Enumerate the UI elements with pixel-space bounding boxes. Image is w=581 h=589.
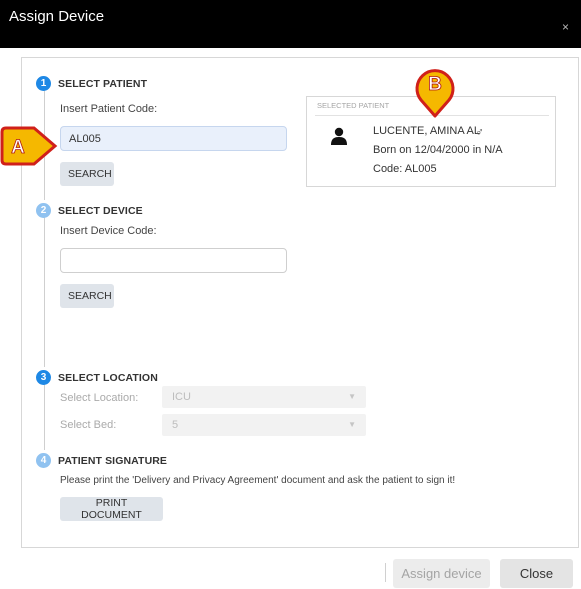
- assign-device-button[interactable]: Assign device: [393, 559, 490, 588]
- step-1-number: 1: [36, 76, 51, 91]
- caret-down-icon: ▼: [348, 420, 356, 429]
- patient-code-input[interactable]: [60, 126, 287, 151]
- male-gender-icon: ♂: [475, 125, 484, 139]
- patient-code-value: Code: AL005: [373, 163, 437, 175]
- step-1-title: SELECT PATIENT: [58, 78, 148, 90]
- callout-a-label: A: [11, 137, 25, 158]
- patient-name: LUCENTE, AMINA AL: [373, 125, 480, 137]
- step-connector-line: [44, 217, 45, 367]
- patient-birth-info: Born on 12/04/2000 in N/A: [373, 144, 503, 156]
- caret-down-icon: ▼: [348, 392, 356, 401]
- patient-code-label: Insert Patient Code:: [60, 103, 158, 115]
- step-2-number: 2: [36, 203, 51, 218]
- location-select-value: ICU: [172, 391, 191, 403]
- step-3-number: 3: [36, 370, 51, 385]
- bed-select[interactable]: 5 ▼: [162, 414, 366, 436]
- device-code-input[interactable]: [60, 248, 287, 273]
- step-3-title: SELECT LOCATION: [58, 372, 158, 384]
- callout-b-label: B: [428, 74, 442, 95]
- print-document-button[interactable]: PRINT DOCUMENT: [60, 497, 163, 521]
- device-search-button[interactable]: SEARCH: [60, 284, 114, 308]
- footer-divider: [385, 563, 386, 582]
- bed-select-value: 5: [172, 419, 179, 431]
- patient-search-button[interactable]: SEARCH: [60, 162, 114, 186]
- person-icon: [331, 127, 347, 145]
- signature-instructions: Please print the 'Delivery and Privacy A…: [60, 475, 456, 486]
- bed-label: Select Bed:: [60, 419, 117, 431]
- close-icon[interactable]: ×: [562, 21, 569, 33]
- step-4-title: PATIENT SIGNATURE: [58, 455, 168, 467]
- step-2-title: SELECT DEVICE: [58, 205, 143, 217]
- step-4-number: 4: [36, 453, 51, 468]
- callout-a-marker: A: [0, 126, 58, 166]
- device-code-label: Insert Device Code:: [60, 225, 157, 237]
- dialog-title: Assign Device: [9, 8, 105, 25]
- callout-b-marker: B: [415, 69, 455, 118]
- dialog-titlebar: Assign Device ×: [0, 0, 581, 48]
- location-select[interactable]: ICU ▼: [162, 386, 366, 408]
- location-label: Select Location:: [60, 392, 139, 404]
- selected-patient-header: SELECTED PATIENT: [317, 101, 390, 110]
- step-connector-line: [44, 384, 45, 450]
- close-button[interactable]: Close: [500, 559, 573, 588]
